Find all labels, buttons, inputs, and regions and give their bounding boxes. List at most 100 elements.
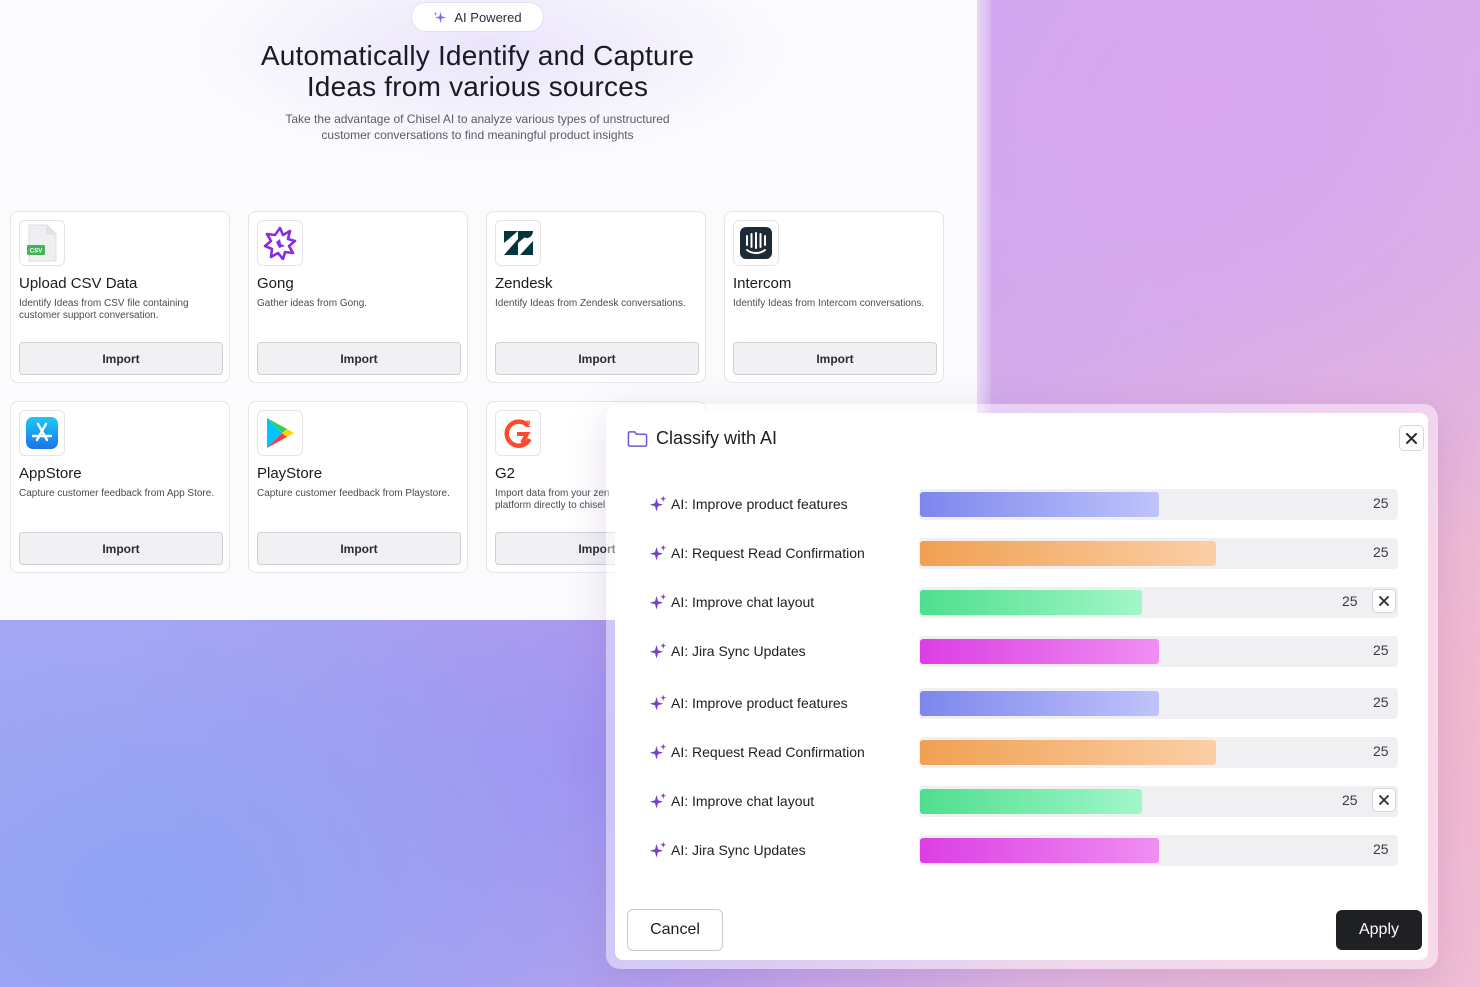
close-icon bbox=[1379, 596, 1389, 606]
row-label-text: AI: Request Read Confirmation bbox=[671, 744, 865, 760]
row-count: 25 bbox=[1373, 743, 1389, 759]
row-label: AI: Request Read Confirmation bbox=[649, 544, 865, 562]
ai-powered-badge: AI Powered bbox=[411, 2, 544, 32]
row-label: AI: Jira Sync Updates bbox=[649, 841, 806, 859]
import-playstore-button[interactable]: Import bbox=[257, 532, 461, 565]
cancel-button[interactable]: Cancel bbox=[627, 909, 723, 951]
modal-title: Classify with AI bbox=[656, 428, 778, 448]
close-icon bbox=[1379, 795, 1389, 805]
source-card-appstore: AppStore Capture customer feedback from … bbox=[10, 401, 230, 573]
classification-row: AI: Improve chat layout 25 bbox=[615, 585, 1428, 619]
row-count: 25 bbox=[1342, 792, 1358, 808]
row-count: 25 bbox=[1373, 841, 1389, 857]
progress-track bbox=[919, 835, 1398, 866]
progress-fill bbox=[920, 789, 1142, 814]
progress-track bbox=[919, 489, 1398, 520]
row-label-text: AI: Improve product features bbox=[671, 695, 848, 711]
playstore-logo-icon bbox=[257, 410, 303, 456]
sparkle-icon bbox=[649, 593, 667, 610]
row-label-text: AI: Improve chat layout bbox=[671, 793, 815, 809]
progress-track bbox=[919, 737, 1398, 768]
import-gong-button[interactable]: Import bbox=[257, 342, 461, 375]
import-appstore-button[interactable]: Import bbox=[19, 532, 223, 565]
sparkle-icon bbox=[649, 544, 667, 561]
progress-track bbox=[919, 786, 1398, 817]
source-card-playstore: PlayStore Capture customer feedback from… bbox=[248, 401, 468, 573]
title-line-1: Automatically Identify and Capture bbox=[260, 40, 695, 71]
zendesk-logo-icon bbox=[495, 220, 541, 266]
row-label: AI: Improve chat layout bbox=[649, 593, 814, 611]
sparkle-icon bbox=[649, 694, 667, 711]
classification-row: AI: Improve product features 25 bbox=[615, 686, 1428, 720]
source-card-zendesk: Zendesk Identify Ideas from Zendesk conv… bbox=[486, 211, 706, 383]
card-description: Identify Ideas from CSV file containing … bbox=[19, 298, 189, 321]
row-label-text: AI: Request Read Confirmation bbox=[671, 545, 865, 561]
classification-row: AI: Jira Sync Updates 25 bbox=[615, 833, 1428, 867]
gong-logo-icon bbox=[257, 220, 303, 266]
modal-close-button[interactable] bbox=[1399, 425, 1424, 451]
row-label: AI: Request Read Confirmation bbox=[649, 743, 865, 761]
row-label: AI: Improve product features bbox=[649, 694, 848, 712]
card-title: PlayStore bbox=[257, 465, 323, 482]
card-description: Identify Ideas from Zendesk conversation… bbox=[495, 298, 686, 309]
row-count: 25 bbox=[1373, 544, 1389, 560]
progress-track bbox=[919, 538, 1398, 569]
remove-row-button[interactable] bbox=[1372, 589, 1396, 613]
intercom-logo-icon bbox=[733, 220, 779, 266]
title-line-2: Ideas from various sources bbox=[306, 71, 649, 102]
card-description: Identify Ideas from Intercom conversatio… bbox=[733, 298, 925, 309]
card-title: G2 bbox=[495, 465, 516, 482]
apply-button[interactable]: Apply bbox=[1336, 910, 1422, 950]
sparkle-icon bbox=[649, 841, 667, 858]
import-intercom-button[interactable]: Import bbox=[733, 342, 937, 375]
row-label-text: AI: Jira Sync Updates bbox=[671, 643, 806, 659]
subtitle-line-1: Take the advantage of Chisel AI to analy… bbox=[285, 112, 670, 126]
classification-row: AI: Request Read Confirmation 25 bbox=[615, 735, 1428, 769]
progress-track bbox=[919, 636, 1398, 667]
sparkle-icon bbox=[649, 642, 667, 659]
card-title: Upload CSV Data bbox=[19, 275, 138, 292]
source-card-csv: CSV Upload CSV Data Identify Ideas from … bbox=[10, 211, 230, 383]
row-label: AI: Improve chat layout bbox=[649, 792, 814, 810]
close-icon bbox=[1406, 432, 1417, 444]
card-title: Gong bbox=[257, 275, 294, 292]
row-label-text: AI: Jira Sync Updates bbox=[671, 842, 806, 858]
badge-label: AI Powered bbox=[454, 9, 522, 25]
classification-row: AI: Jira Sync Updates 25 bbox=[615, 634, 1428, 668]
row-count: 25 bbox=[1342, 593, 1358, 609]
row-label: AI: Jira Sync Updates bbox=[649, 642, 806, 660]
card-description: Capture customer feedback from Playstore… bbox=[257, 488, 450, 499]
row-label: AI: Improve product features bbox=[649, 495, 848, 513]
remove-row-button[interactable] bbox=[1372, 788, 1396, 812]
appstore-logo-icon bbox=[19, 410, 65, 456]
progress-track bbox=[919, 688, 1398, 719]
svg-text:CSV: CSV bbox=[30, 248, 44, 255]
row-count: 25 bbox=[1373, 642, 1389, 658]
card-description: Capture customer feedback from App Store… bbox=[19, 488, 215, 499]
progress-fill bbox=[920, 639, 1159, 664]
csv-file-icon: CSV bbox=[19, 220, 65, 266]
progress-fill bbox=[920, 691, 1159, 716]
progress-fill bbox=[920, 590, 1142, 615]
progress-track bbox=[919, 587, 1398, 618]
sparkle-icon bbox=[649, 743, 667, 760]
card-title: Intercom bbox=[733, 275, 792, 292]
page-title: Automatically Identify and Capture Ideas… bbox=[0, 40, 955, 102]
import-zendesk-button[interactable]: Import bbox=[495, 342, 699, 375]
g2-logo-icon: 2 bbox=[495, 410, 541, 456]
source-card-intercom: Intercom Identify Ideas from Intercom co… bbox=[724, 211, 944, 383]
page-subtitle: Take the advantage of Chisel AI to analy… bbox=[0, 111, 955, 143]
folder-icon bbox=[627, 430, 648, 447]
modal-header: Classify with AI bbox=[627, 428, 777, 449]
sparkle-icon bbox=[649, 792, 667, 809]
progress-fill bbox=[920, 541, 1216, 566]
row-label-text: AI: Improve product features bbox=[671, 496, 848, 512]
import-csv-button[interactable]: Import bbox=[19, 342, 223, 375]
svg-text:2: 2 bbox=[525, 419, 530, 429]
progress-fill bbox=[920, 492, 1159, 517]
progress-fill bbox=[920, 740, 1216, 765]
classification-row: AI: Request Read Confirmation 25 bbox=[615, 536, 1428, 570]
classify-modal: Classify with AI AI: Improve product fea… bbox=[615, 413, 1428, 960]
card-title: Zendesk bbox=[495, 275, 553, 292]
progress-fill bbox=[920, 838, 1159, 863]
